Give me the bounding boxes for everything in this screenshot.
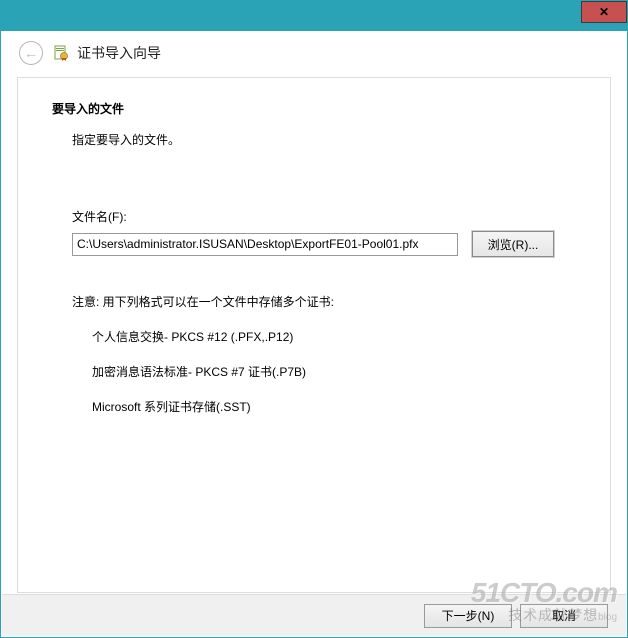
browse-button[interactable]: 浏览(R)... [472,231,554,257]
back-button: ← [19,41,43,65]
arrow-left-icon: ← [24,45,38,61]
wizard-title: 证书导入向导 [77,43,161,63]
file-row: 浏览(R)... [72,231,580,257]
cancel-button[interactable]: 取消 [520,604,608,628]
wizard-window: ✕ ← 证书导入向导 要导入的文件 指定要导入的文件。 文件名(F): 浏览(R… [0,0,628,638]
format-pkcs7: 加密消息语法标准- PKCS #7 证书(.P7B) [92,363,580,380]
content-panel: 要导入的文件 指定要导入的文件。 文件名(F): 浏览(R)... 注意: 用下… [17,77,611,593]
format-sst: Microsoft 系列证书存储(.SST) [92,398,580,415]
next-button[interactable]: 下一步(N) [424,604,512,628]
titlebar: ✕ [1,1,627,31]
close-button[interactable]: ✕ [581,1,627,23]
section-heading: 要导入的文件 [52,100,580,117]
wizard-footer: 下一步(N) 取消 [2,594,626,636]
format-pkcs12: 个人信息交换- PKCS #12 (.PFX,.P12) [92,328,580,345]
file-name-label: 文件名(F): [72,208,580,225]
file-name-input[interactable] [72,233,458,256]
wizard-header: ← 证书导入向导 [1,31,627,79]
formats-note: 注意: 用下列格式可以在一个文件中存储多个证书: [72,293,580,310]
certificate-wizard-icon [53,45,69,61]
close-icon: ✕ [599,5,609,19]
section-description: 指定要导入的文件。 [72,131,580,148]
